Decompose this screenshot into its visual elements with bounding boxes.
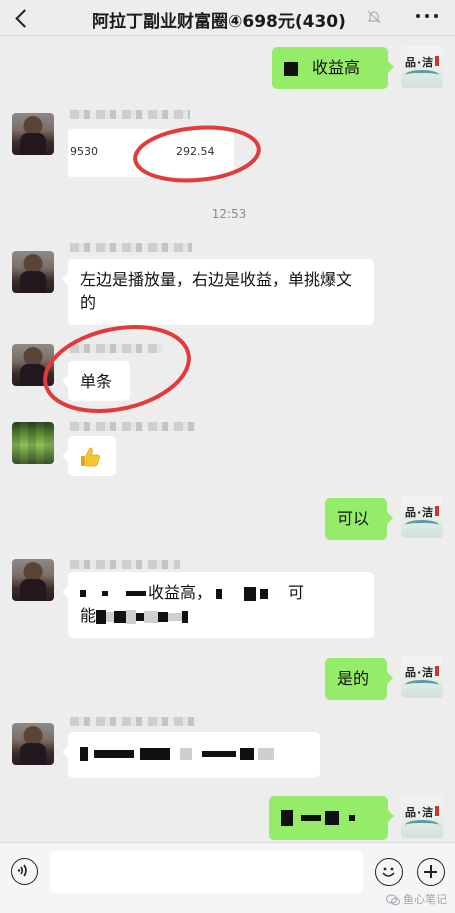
pixelated-text [216, 588, 223, 599]
plus-icon[interactable] [417, 858, 445, 886]
pixelated-text [80, 746, 88, 761]
message-text: 可以 [337, 509, 370, 528]
user-avatar[interactable] [12, 422, 54, 464]
message-bubble-in[interactable] [62, 436, 116, 476]
message-bubble-out[interactable] [269, 796, 394, 840]
thumbs-up-icon [81, 447, 100, 466]
pixelated-text [96, 609, 107, 624]
pixelated-text [349, 814, 355, 821]
sender-name [70, 110, 190, 119]
pixelated-text [325, 810, 339, 825]
message-bubble-out[interactable]: 是的 [325, 658, 393, 700]
message-bubble-in[interactable]: 单条 [62, 361, 130, 401]
bell-off-icon [367, 10, 381, 24]
pixelated-text [126, 609, 137, 624]
message-text-fragment: 收益高， [148, 583, 213, 602]
more-dots-icon[interactable] [416, 14, 438, 22]
pixelated-text [202, 750, 236, 757]
pixelated-text [94, 749, 134, 758]
self-avatar[interactable]: 品·洁 [401, 796, 443, 838]
pixelated-text [158, 611, 169, 622]
timestamp: 12:53 [211, 207, 247, 221]
message-text: 左边是播放量，右边是收益，单挑爆文的 [80, 270, 353, 312]
sender-name [70, 344, 162, 353]
voice-icon[interactable] [11, 858, 38, 885]
pixelated-text [136, 612, 145, 621]
pixelated-text [114, 610, 127, 623]
self-avatar[interactable]: 品·洁 [401, 496, 443, 538]
message-bubble-in[interactable] [62, 732, 320, 778]
chat-header: 阿拉丁副业财富圈④698元(430) [0, 0, 455, 36]
earnings-value: 292.54 [176, 145, 215, 158]
pixelated-text [180, 747, 192, 760]
user-avatar[interactable] [12, 559, 54, 601]
watermark-text: 鱼心笔记 [403, 893, 447, 906]
self-avatar[interactable]: 品·洁 [401, 656, 443, 698]
message-text: 单条 [80, 372, 113, 391]
emoji-icon[interactable] [375, 858, 403, 886]
pixelated-text [244, 586, 257, 601]
message-text: 收益高 [312, 58, 361, 77]
pixelated-text [102, 591, 108, 596]
user-avatar[interactable] [12, 723, 54, 765]
play-count-value: 9530 [70, 145, 98, 158]
pixelated-text [80, 590, 86, 597]
pixelated-text [140, 747, 170, 760]
message-text-fragment: 可 [288, 583, 305, 602]
chat-title: 阿拉丁副业财富圈④698元(430) [92, 12, 346, 32]
screenshot-image[interactable]: 9530 292.54 [68, 129, 234, 177]
sender-name [70, 422, 196, 431]
pixelated-text [281, 809, 293, 826]
watermark: 鱼心笔记 [386, 891, 447, 907]
sender-name [70, 717, 198, 726]
pixelated-text [301, 814, 321, 821]
user-avatar[interactable] [12, 251, 54, 293]
pixelated-text [260, 588, 269, 599]
user-avatar[interactable] [12, 344, 54, 386]
pixelated-text [106, 611, 115, 622]
pixelated-text [168, 612, 183, 621]
message-text-fragment: 能 [80, 606, 97, 625]
wechat-icon [386, 894, 400, 906]
pixelated-text [240, 747, 254, 760]
pixelated-text [126, 591, 146, 596]
sender-name [70, 560, 180, 569]
pixelated-text [144, 610, 159, 623]
message-text: 是的 [337, 669, 370, 688]
user-avatar[interactable] [12, 113, 54, 155]
sender-name [70, 243, 192, 252]
message-input[interactable] [50, 851, 363, 893]
input-bar: 鱼心笔记 [0, 842, 455, 913]
pixelated-text [182, 610, 189, 623]
back-icon[interactable] [10, 4, 36, 32]
message-bubble-out[interactable]: 收益高 [272, 47, 394, 89]
message-bubble-in[interactable]: 左边是播放量，右边是收益，单挑爆文的 [62, 259, 374, 325]
message-bubble-out[interactable]: 可以 [325, 498, 393, 540]
message-bubble-in[interactable]: 收益高， 可 能 [62, 572, 374, 638]
pixelated-text [284, 61, 298, 76]
pixelated-text [258, 747, 274, 760]
self-avatar[interactable]: 品·洁 [401, 46, 443, 88]
